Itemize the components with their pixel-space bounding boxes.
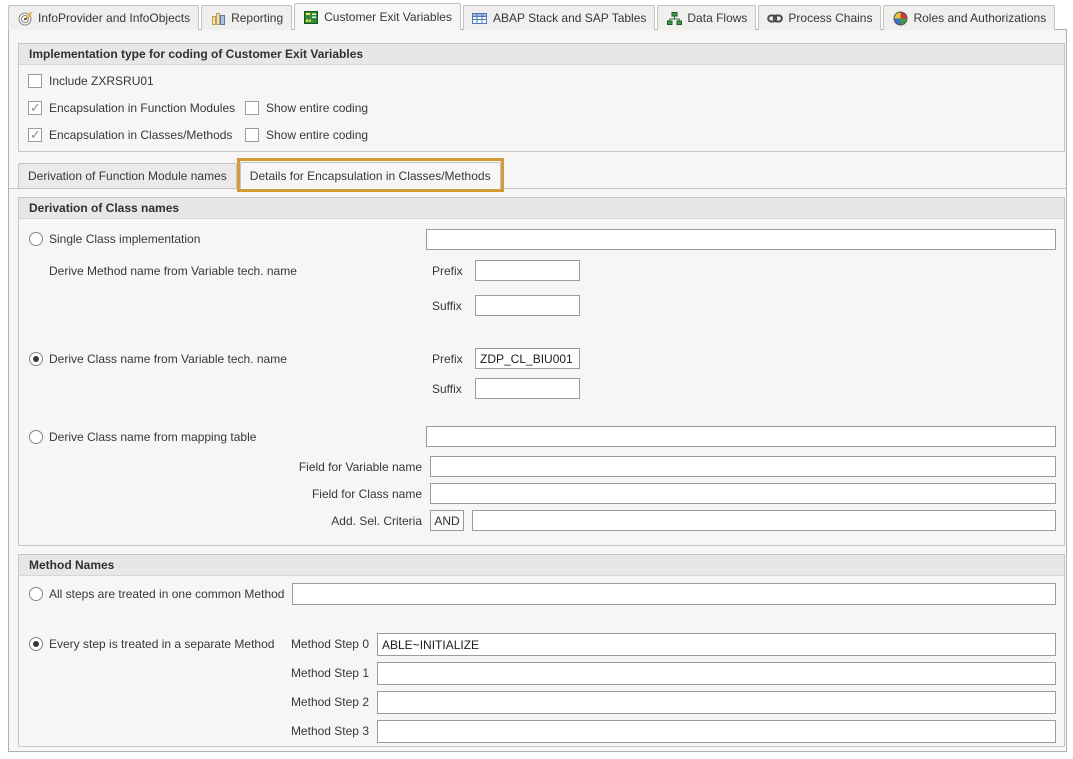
every-step-separate-method-label: Every step is treated in a separate Meth… [49,637,274,652]
derivation-of-class-names-group: Derivation of Class names Single Class i… [18,197,1065,546]
subtab-details-for-encapsulation-in-classes-methods[interactable]: Details for Encapsulation in Classes/Met… [240,162,501,189]
table-icon [472,11,488,26]
group-title: Derivation of Class names [19,198,1064,219]
detail-subtabbar: Derivation of Function Module names Deta… [18,162,501,189]
tab-process-chains[interactable]: Process Chains [758,5,881,30]
encapsulation-classes-methods-checkbox[interactable] [28,128,42,142]
single-class-implementation-radio[interactable] [29,232,43,246]
tab-label: InfoProvider and InfoObjects [38,11,190,25]
method-step-2-input[interactable] [377,691,1056,714]
tab-label: Customer Exit Variables [324,10,452,24]
subtab-label: Details for Encapsulation in Classes/Met… [250,169,491,183]
class-prefix-input[interactable] [475,348,580,369]
implementation-type-group: Implementation type for coding of Custom… [18,43,1065,152]
class-suffix-label: Suffix [432,382,462,397]
method-step-0-input[interactable] [377,633,1056,656]
tab-label: Roles and Authorizations [913,11,1046,25]
derive-class-from-mapping-table-radio[interactable] [29,430,43,444]
method-step-1-label: Method Step 1 [274,666,369,681]
customer-exit-variables-panel: Implementation type for coding of Custom… [8,29,1067,752]
group-title: Method Names [19,555,1064,576]
mapping-table-input[interactable] [426,426,1056,447]
tab-abap-stack-and-sap-tables[interactable]: ABAP Stack and SAP Tables [463,5,655,30]
field-for-variable-name-input[interactable] [430,456,1056,477]
common-method-name-input[interactable] [292,583,1056,605]
class-prefix-label: Prefix [432,352,463,367]
derive-method-name-label: Derive Method name from Variable tech. n… [49,264,297,279]
subtab-derivation-of-function-module-names[interactable]: Derivation of Function Module names [18,163,237,189]
show-entire-coding-cm-label: Show entire coding [266,128,368,143]
all-steps-common-method-label: All steps are treated in one common Meth… [49,587,284,602]
show-entire-coding-fm-label: Show entire coding [266,101,368,116]
method-prefix-input[interactable] [475,260,580,281]
method-step-0-label: Method Step 0 [274,637,369,652]
application-window: InfoProvider and InfoObjects Reporting C… [0,0,1073,759]
tab-data-flows[interactable]: Data Flows [657,5,756,30]
method-suffix-input[interactable] [475,295,580,316]
subtab-label: Derivation of Function Module names [28,169,227,183]
tab-infoprovider-and-infoobjects[interactable]: InfoProvider and InfoObjects [8,5,199,30]
field-for-class-name-input[interactable] [430,483,1056,504]
method-names-group: Method Names All steps are treated in on… [18,554,1065,747]
tab-label: ABAP Stack and SAP Tables [493,11,646,25]
class-suffix-input[interactable] [475,378,580,399]
field-for-variable-name-label: Field for Variable name [49,460,422,475]
tab-label: Reporting [231,11,283,25]
tab-reporting[interactable]: Reporting [201,5,292,30]
add-sel-criteria-label: Add. Sel. Criteria [49,514,422,529]
method-step-3-label: Method Step 3 [274,724,369,739]
method-prefix-label: Prefix [432,264,463,279]
include-zxrsru01-label: Include ZXRSRU01 [49,74,154,89]
single-class-implementation-label: Single Class implementation [49,232,200,247]
encapsulation-classes-methods-label: Encapsulation in Classes/Methods [49,128,232,143]
roles-pie-icon [892,11,908,26]
tab-customer-exit-variables[interactable]: Customer Exit Variables [294,3,461,30]
method-step-3-input[interactable] [377,720,1056,743]
tab-roles-and-authorizations[interactable]: Roles and Authorizations [883,5,1055,30]
chain-links-icon [767,11,783,26]
method-step-1-input[interactable] [377,662,1056,685]
encapsulation-function-modules-label: Encapsulation in Function Modules [49,101,235,116]
show-entire-coding-fm-checkbox[interactable] [245,101,259,115]
derive-class-from-variable-radio[interactable] [29,352,43,366]
add-sel-operator-box[interactable]: AND [430,510,464,531]
include-zxrsru01-checkbox[interactable] [28,74,42,88]
field-for-class-name-label: Field for Class name [49,487,422,502]
report-chart-icon [210,11,226,26]
all-steps-common-method-radio[interactable] [29,587,43,601]
dataflow-tree-icon [666,11,682,26]
method-suffix-label: Suffix [432,299,462,314]
main-tabbar: InfoProvider and InfoObjects Reporting C… [8,3,1055,30]
derive-class-from-variable-label: Derive Class name from Variable tech. na… [49,352,287,367]
single-class-name-input[interactable] [426,229,1056,250]
tab-label: Data Flows [687,11,747,25]
every-step-separate-method-radio[interactable] [29,637,43,651]
method-step-2-label: Method Step 2 [274,695,369,710]
add-sel-criteria-input[interactable] [472,510,1056,531]
group-title: Implementation type for coding of Custom… [19,44,1064,65]
target-icon [17,11,33,26]
variables-icon [303,10,319,25]
derive-class-from-mapping-table-label: Derive Class name from mapping table [49,430,256,445]
show-entire-coding-cm-checkbox[interactable] [245,128,259,142]
encapsulation-function-modules-checkbox[interactable] [28,101,42,115]
tab-label: Process Chains [788,11,872,25]
